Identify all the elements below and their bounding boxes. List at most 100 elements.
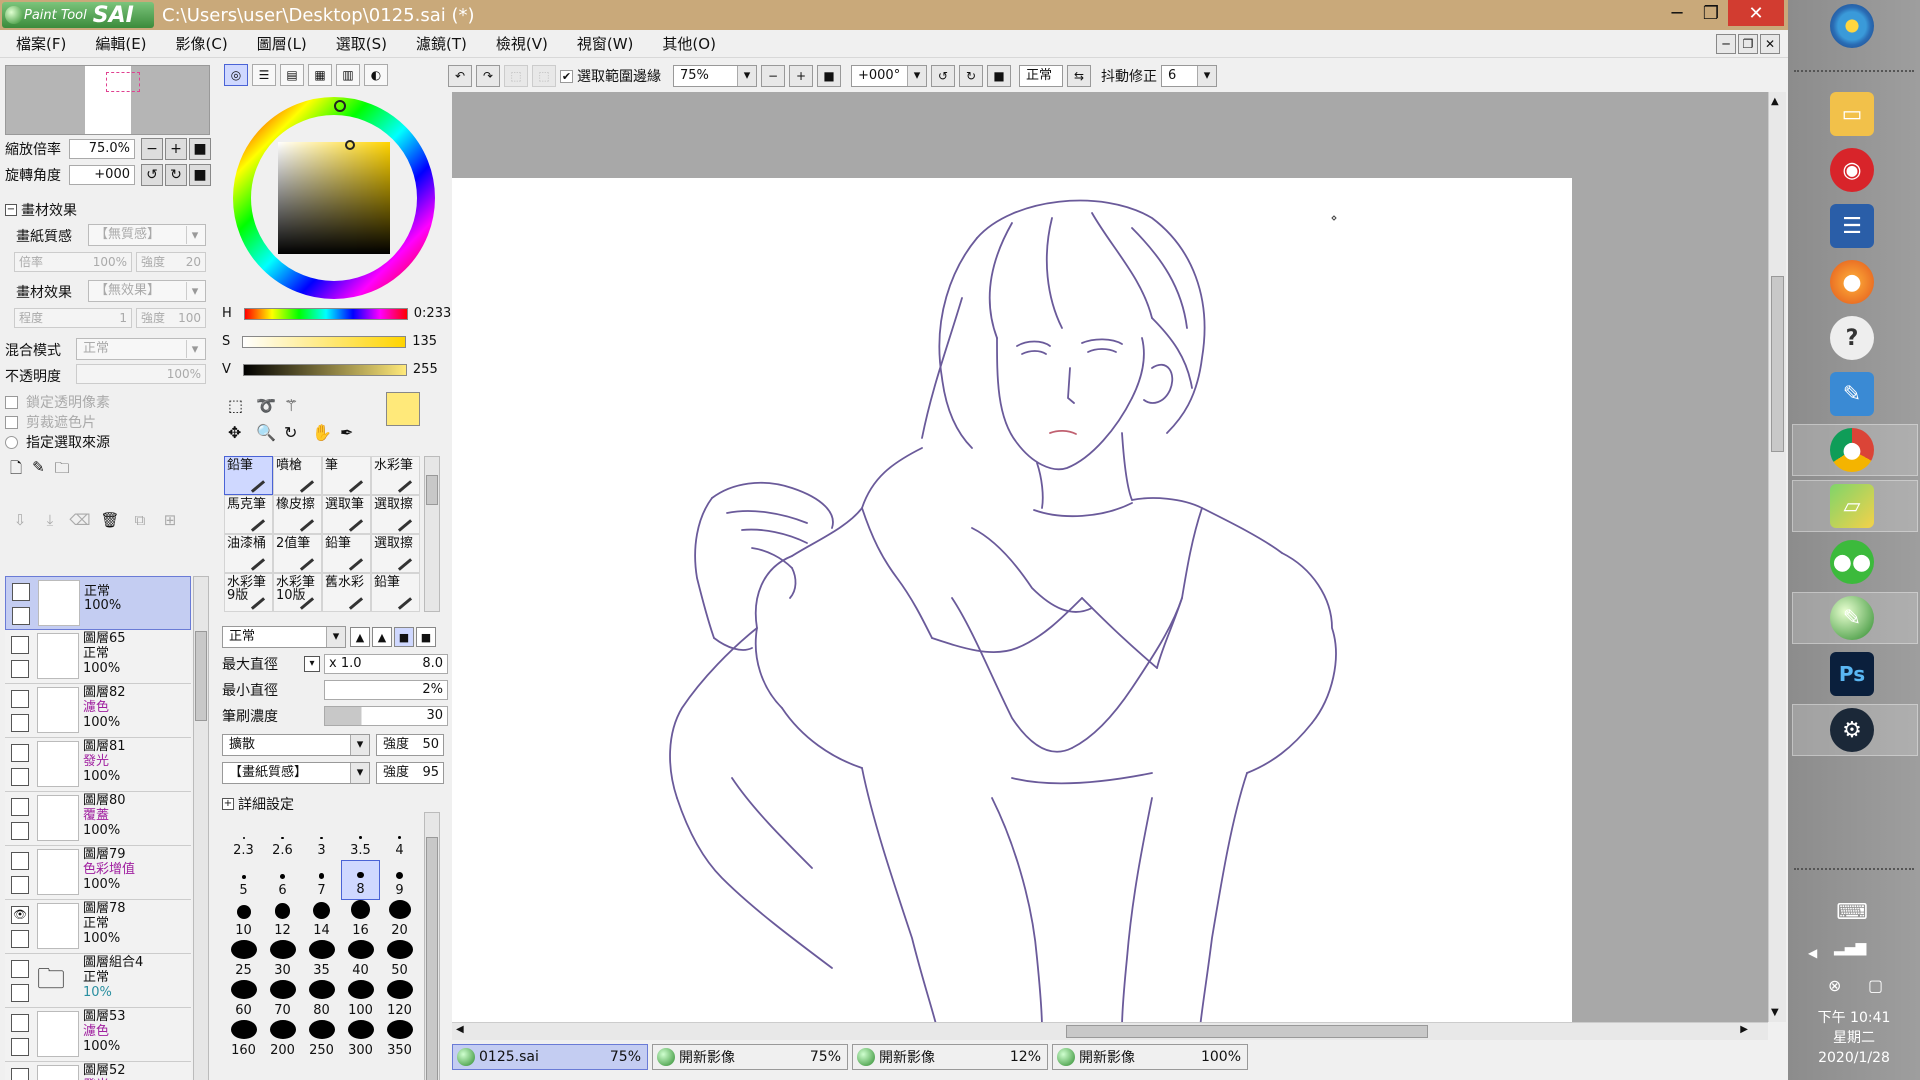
canvas-vscrollbar[interactable]: ▲ ▼ [1768, 92, 1786, 1022]
brush-tool[interactable]: 水彩筆 9版 [224, 573, 273, 612]
color-wheel[interactable] [232, 96, 436, 300]
lock-toggle[interactable] [11, 768, 29, 786]
layer-row[interactable]: 圖層52發光100% [5, 1062, 191, 1080]
canvas-paper[interactable] [452, 178, 1572, 1022]
maximize-button[interactable]: ❐ [1694, 0, 1728, 26]
notification-icon[interactable]: ▢ [1868, 976, 1883, 995]
merge-all-icon[interactable]: ⊞ [160, 510, 180, 530]
layer-row[interactable]: 圖層65 正常 100% [5, 630, 191, 684]
new-linework-layer-icon[interactable]: ✎ [32, 458, 45, 483]
file-explorer-icon[interactable]: ▭ [1830, 92, 1874, 136]
min-size-slider[interactable]: 2% [324, 680, 448, 700]
size-multiplier-dropdown[interactable]: ▾ [304, 656, 320, 672]
paint-tool-sai-icon[interactable]: ✎ [1830, 596, 1874, 640]
tip-medium-icon[interactable]: ▲ [372, 627, 392, 647]
brush-size-option[interactable]: 2.3 [224, 820, 263, 860]
undo-button[interactable]: ↶ [448, 65, 472, 87]
tip-hard-icon[interactable]: ▲ [350, 627, 370, 647]
color-wheel-tab[interactable]: ◎ [224, 64, 248, 86]
mdi-minimize-button[interactable]: ─ [1716, 34, 1736, 54]
keyboard-icon[interactable]: ⌨ [1830, 890, 1874, 934]
brush-scrollbar[interactable] [424, 456, 440, 612]
visibility-toggle[interactable] [11, 690, 29, 708]
saturation-bar[interactable] [242, 335, 407, 348]
hue-bar[interactable] [243, 307, 408, 320]
canvas-view[interactable] [452, 92, 1768, 1022]
brush-size-option[interactable]: 14 [302, 900, 341, 940]
toolbar-rotate-right-button[interactable]: ↻ [959, 65, 983, 87]
brush-size-option[interactable]: 70 [263, 980, 302, 1020]
brush-tool[interactable]: 噴槍 [273, 456, 322, 495]
stabilizer-select[interactable]: 6 [1161, 65, 1217, 87]
menu-file[interactable]: 檔案(F) [0, 33, 79, 54]
brush-size-option[interactable]: 3.5 [341, 820, 380, 860]
material-effect-select[interactable]: 【無效果】 [88, 280, 206, 302]
pen-icon[interactable] [12, 607, 30, 625]
density-slider[interactable]: 30 [324, 706, 448, 726]
menu-select[interactable]: 選取(S) [320, 33, 400, 54]
brush-size-option[interactable]: 100 [341, 980, 380, 1020]
firefox-icon[interactable]: ● [1830, 260, 1874, 304]
network-icon[interactable]: ⊗ [1828, 976, 1841, 995]
saturation-slider[interactable]: S 135 [222, 334, 437, 349]
visibility-toggle[interactable] [11, 1014, 29, 1032]
menu-edit[interactable]: 編輯(E) [79, 33, 159, 54]
menu-layer[interactable]: 圖層(L) [241, 33, 320, 54]
document-tab[interactable]: 開新影像 12% [852, 1044, 1048, 1070]
menu-window[interactable]: 視窗(W) [561, 33, 647, 54]
menu-other[interactable]: 其他(O) [646, 33, 729, 54]
brush-mode-select[interactable]: 正常 [222, 626, 346, 648]
menu-image[interactable]: 影像(C) [160, 33, 241, 54]
brush-scrollbar-thumb[interactable] [426, 475, 438, 505]
value-slider[interactable]: V 255 [222, 362, 438, 377]
mixer-tab[interactable]: ◐ [364, 64, 388, 86]
delete-layer-icon[interactable]: 🗑 [100, 510, 120, 530]
steam-icon[interactable]: ⚙ [1830, 708, 1874, 752]
zoom-icon[interactable]: 🔍 [256, 423, 284, 442]
brush-size-option[interactable]: 5 [224, 860, 263, 900]
navigator-preview[interactable] [5, 65, 210, 135]
brush-size-option[interactable]: 50 [380, 940, 419, 980]
show-selection-checkbox[interactable]: ✔ [560, 69, 573, 83]
menu-view[interactable]: 檢視(V) [480, 33, 561, 54]
new-folder-icon[interactable]: 🗀 [55, 458, 70, 483]
rotate-view-icon[interactable]: ↻ [284, 423, 312, 442]
eye-icon[interactable]: 👁 [11, 906, 29, 924]
paper-texture-select[interactable]: 【無質感】 [88, 224, 206, 246]
clip-option[interactable]: 剪裁遮色片 [5, 412, 96, 432]
texture-select[interactable]: 【畫紙質感】 [222, 762, 370, 784]
document-tab[interactable]: 開新影像 75% [652, 1044, 848, 1070]
layer-row[interactable]: 正常 100% [5, 576, 191, 630]
netease-music-icon[interactable]: ◉ [1830, 148, 1874, 192]
visibility-toggle[interactable] [11, 798, 29, 816]
rotate-right-button[interactable]: ↻ [165, 164, 187, 186]
layer-row[interactable]: 圖層80 覆蓋 100% [5, 792, 191, 846]
brush-size-option[interactable]: 10 [224, 900, 263, 940]
foreground-color-swatch[interactable] [386, 392, 420, 426]
brush-tool[interactable]: 鉛筆 [371, 573, 420, 612]
brush-size-option[interactable]: 7 [302, 860, 341, 900]
paper-scale-field[interactable]: 倍率 100% [14, 252, 132, 272]
scroll-right-icon[interactable]: ▶ [1740, 1024, 1748, 1035]
navigator-viewport[interactable] [106, 72, 140, 92]
brush-size-option[interactable]: 20 [380, 900, 419, 940]
scroll-left-icon[interactable]: ◀ [456, 1024, 464, 1035]
brush-size-option[interactable]: 160 [224, 1020, 263, 1060]
brush-size-option[interactable]: 200 [263, 1020, 302, 1060]
brush-size-option[interactable]: 250 [302, 1020, 341, 1060]
brush-size-option[interactable]: 8 [341, 860, 380, 900]
photoshop-icon[interactable]: Ps [1830, 652, 1874, 696]
brush-size-option[interactable]: 4 [380, 820, 419, 860]
visibility-toggle[interactable] [11, 852, 29, 870]
size-scrollbar-thumb[interactable] [426, 837, 438, 1080]
signal-icon[interactable]: ▂▄▆ [1834, 940, 1866, 956]
rect-select-icon[interactable]: ⬚ [228, 396, 256, 415]
brush-tool[interactable]: 水彩筆 [371, 456, 420, 495]
word-document-icon[interactable]: ☰ [1830, 204, 1874, 248]
show-selection-option[interactable]: ✔ 選取範圍邊緣 [560, 66, 661, 86]
zoom-in-button[interactable]: + [165, 138, 187, 160]
rgb-slider-tab[interactable]: ☰ [252, 64, 276, 86]
lock-toggle[interactable] [11, 714, 29, 732]
brush-size-option[interactable]: 120 [380, 980, 419, 1020]
brush-tool[interactable]: 橡皮擦 [273, 495, 322, 534]
